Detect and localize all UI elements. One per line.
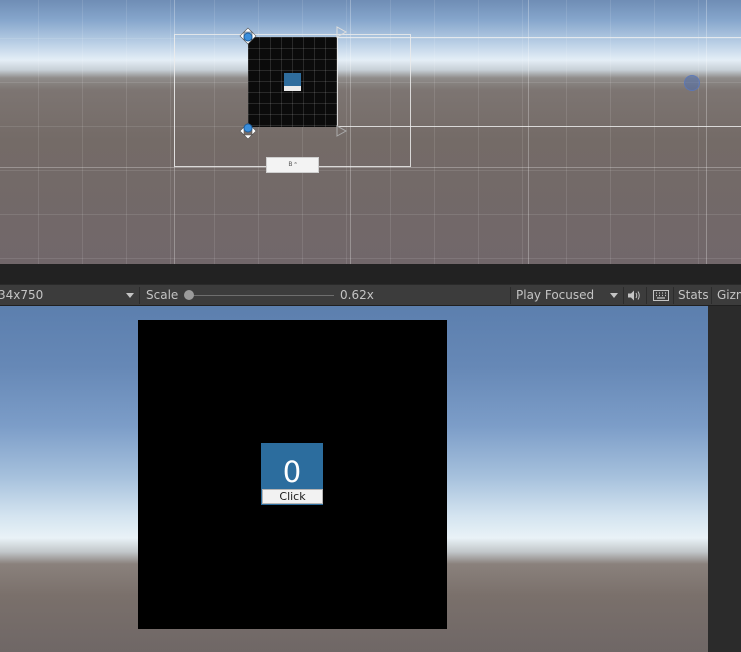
scale-label: Scale <box>146 288 179 302</box>
click-button[interactable]: Click <box>262 489 323 504</box>
move-handle-icon[interactable] <box>238 26 258 46</box>
scene-view[interactable]: B ᵃ <box>0 0 741 264</box>
move-handle-icon[interactable] <box>238 121 258 141</box>
game-view-side-strip <box>708 306 741 652</box>
toolbar-divider <box>673 287 674 304</box>
toolbar-divider <box>646 287 647 304</box>
chevron-down-icon <box>126 293 134 298</box>
play-mode-dropdown[interactable]: Play Focused <box>516 285 622 306</box>
audio-mute-icon[interactable] <box>627 289 641 302</box>
scale-slider-thumb[interactable] <box>184 290 194 300</box>
toolbar-divider <box>711 287 712 304</box>
scene-label-button[interactable]: B ᵃ <box>266 157 319 173</box>
gizmos-button[interactable]: Gizm <box>717 285 741 306</box>
light-gizmo-icon[interactable] <box>684 75 700 91</box>
anchor-triangle-icon[interactable] <box>334 25 348 39</box>
toolbar-divider <box>623 287 624 304</box>
toolbar-divider <box>510 287 511 304</box>
scale-value: 0.62x <box>340 288 374 302</box>
game-view[interactable]: 0 Click <box>0 306 708 652</box>
counter-value: 0 <box>282 455 302 489</box>
game-view-toolbar: 34x750 Scale 0.62x Play Focused Stats Gi… <box>0 284 741 306</box>
keyboard-shortcuts-icon[interactable] <box>653 290 669 301</box>
scene-click-button[interactable] <box>284 86 301 91</box>
scale-slider-track[interactable] <box>188 295 334 296</box>
resolution-dropdown[interactable]: 34x750 <box>0 285 136 306</box>
stats-button[interactable]: Stats <box>678 285 709 306</box>
anchor-triangle-icon[interactable] <box>334 124 348 138</box>
resolution-value: 34x750 <box>0 288 44 302</box>
game-canvas-panel: 0 Click <box>138 320 447 629</box>
chevron-down-icon <box>610 293 618 298</box>
play-mode-value: Play Focused <box>516 288 595 302</box>
scene-guide-line <box>0 167 741 168</box>
toolbar-divider <box>139 287 140 304</box>
panel-separator <box>0 264 741 284</box>
